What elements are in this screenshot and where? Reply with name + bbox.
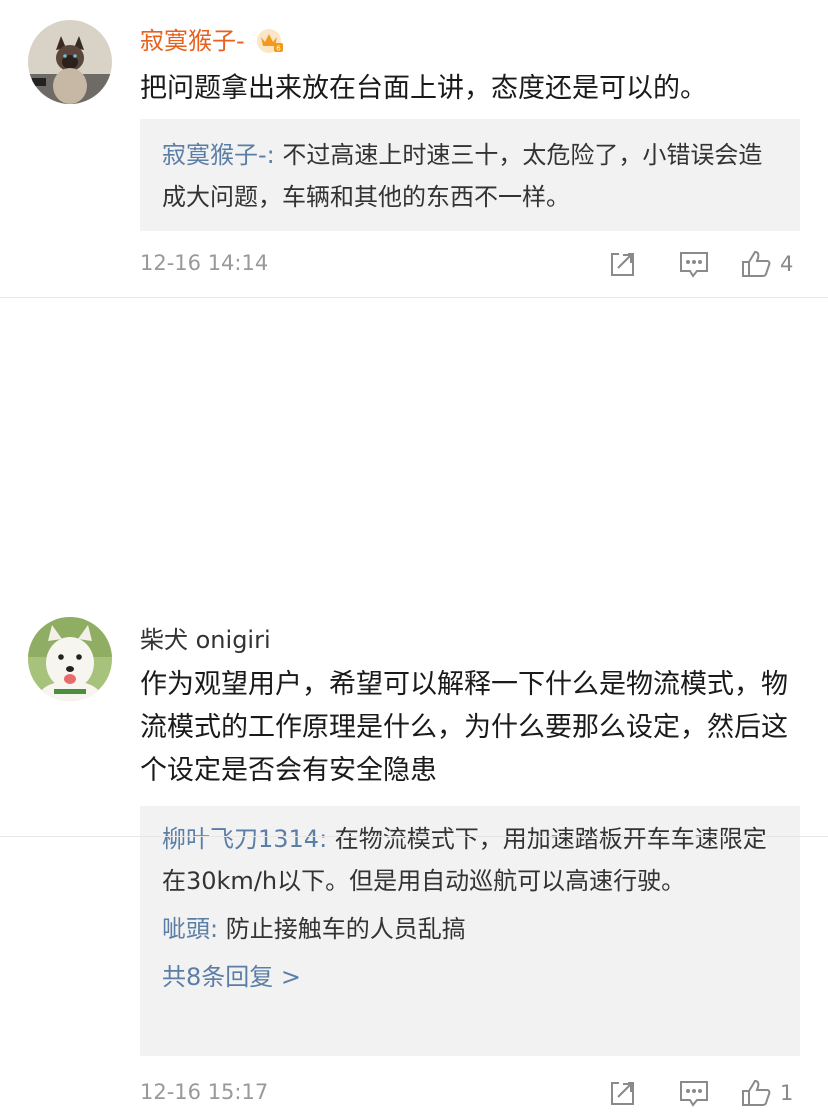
like-icon xyxy=(742,250,771,277)
comment-meta: 12-16 14:14 4 xyxy=(140,245,800,285)
comment-author[interactable]: 柴犬 onigiri xyxy=(140,625,271,655)
reply-author[interactable]: 柳叶飞刀1314: xyxy=(162,825,327,853)
timestamp: 12-16 14:14 xyxy=(140,251,269,275)
comment-text: 把问题拿出来放在台面上讲，态度还是可以的。 xyxy=(140,73,707,104)
svg-text:6: 6 xyxy=(277,45,282,53)
reply-author[interactable]: 呲頭: xyxy=(162,915,218,943)
comment-item: 寂寞猴子- 6 把问题拿出来放在台面上讲，态度还是可以的。 寂寞猴子-: 不过高… xyxy=(0,0,828,298)
like-icon xyxy=(742,1079,771,1106)
comment-icon xyxy=(680,1081,708,1107)
comment-icon xyxy=(680,252,708,278)
like-count: 1 xyxy=(780,1081,794,1105)
reply-text: 防止接触车的人员乱搞 xyxy=(218,915,466,943)
comment-button[interactable] xyxy=(678,1078,710,1108)
reply-box[interactable]: 寂寞猴子-: 不过高速上时速三十，太危险了，小错误会造成大问题，车辆和其他的东西… xyxy=(140,119,800,231)
avatar[interactable] xyxy=(28,20,112,104)
comment-item: 柴犬 onigiri 作为观望用户，希望可以解释一下什么是物流模式，物流模式的工… xyxy=(0,298,828,1107)
reply-author[interactable]: 寂寞猴子-: xyxy=(162,141,275,169)
share-button[interactable] xyxy=(608,249,638,279)
like-count: 4 xyxy=(780,252,794,276)
like-button[interactable]: 1 xyxy=(740,1078,793,1108)
share-button[interactable] xyxy=(608,1078,638,1108)
comment-text: 作为观望用户，希望可以解释一下什么是物流模式，物流模式的工作原理是什么，为什么要… xyxy=(140,669,788,786)
vip-crown-icon: 6 xyxy=(256,28,284,61)
share-icon xyxy=(611,253,634,276)
share-icon xyxy=(611,1082,634,1105)
reply-box[interactable]: 柳叶飞刀1314: 在物流模式下，用加速踏板开车车速限定在30km/h以下。但是… xyxy=(140,806,800,1056)
avatar[interactable] xyxy=(28,617,112,701)
more-replies-link[interactable]: 共8条回复 > xyxy=(162,956,778,998)
reply-item[interactable]: 寂寞猴子-: 不过高速上时速三十，太危险了，小错误会造成大问题，车辆和其他的东西… xyxy=(162,134,778,218)
comment-button[interactable] xyxy=(678,249,710,279)
like-button[interactable]: 4 xyxy=(740,249,793,279)
timestamp: 12-16 15:17 xyxy=(140,1080,269,1104)
reply-item[interactable]: 呲頭: 防止接触车的人员乱搞 xyxy=(162,908,778,950)
comment-meta: 12-16 15:17 1 xyxy=(140,1074,800,1114)
reply-item[interactable]: 柳叶飞刀1314: 在物流模式下，用加速踏板开车车速限定在30km/h以下。但是… xyxy=(162,818,778,902)
comment-author[interactable]: 寂寞猴子- 6 xyxy=(140,26,284,61)
